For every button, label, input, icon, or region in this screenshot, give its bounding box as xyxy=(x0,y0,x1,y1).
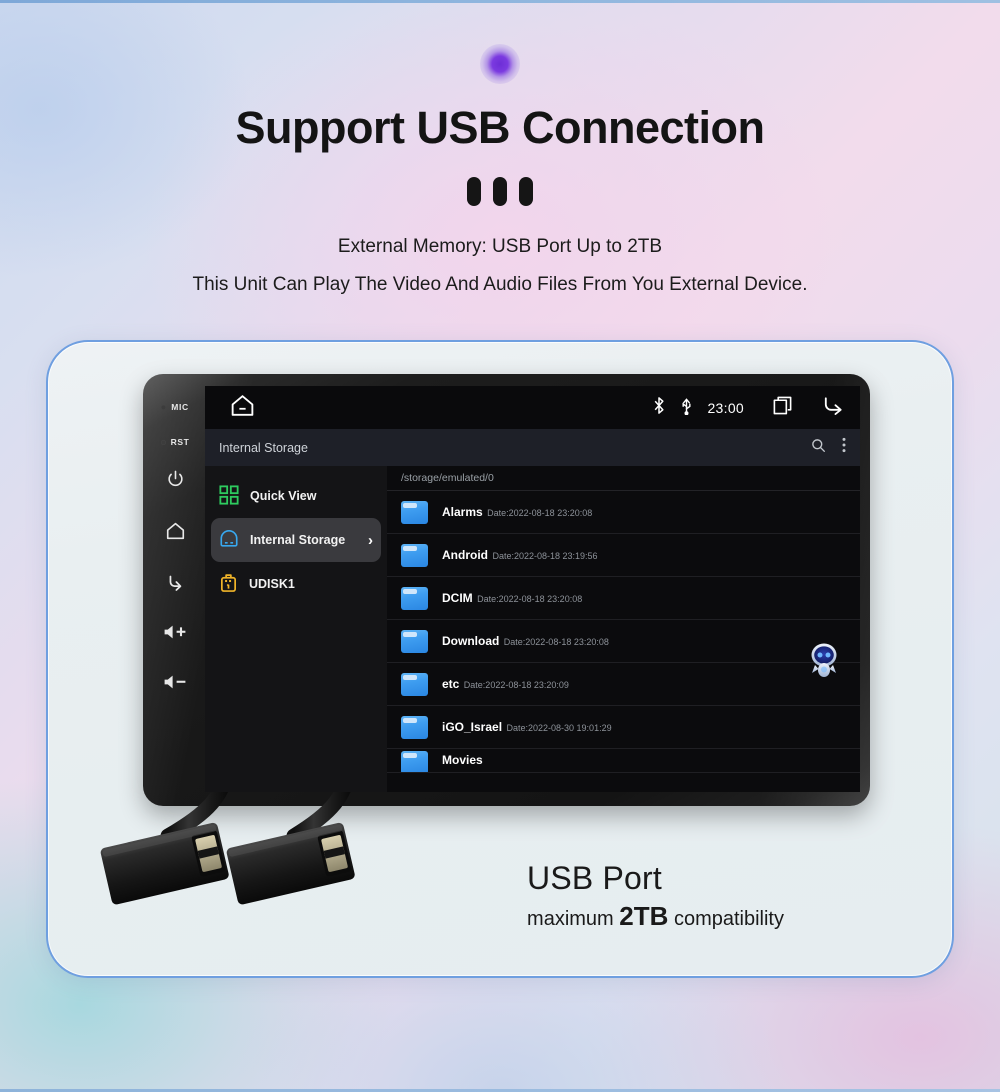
bars-decoration xyxy=(467,176,533,206)
glow-dot-decoration xyxy=(480,44,520,84)
back-button[interactable] xyxy=(164,572,186,592)
folder-icon xyxy=(401,629,428,653)
usb-cables-illustration xyxy=(48,754,952,976)
back-arrow-icon[interactable] xyxy=(821,394,846,421)
file-manager-body: Quick View Internal Storage › UDISK1 /st… xyxy=(205,466,860,792)
subtitle-line-1: External Memory: USB Port Up to 2TB xyxy=(337,236,663,257)
sidebar-item-internal-storage[interactable]: Internal Storage › xyxy=(211,518,381,562)
capacity-suffix: compatibility xyxy=(668,908,784,930)
device-side-controls: MIC RST xyxy=(149,384,201,796)
file-name: Movies xyxy=(442,753,483,767)
sidebar-item-label: Internal Storage xyxy=(250,533,346,547)
usb-capacity-label: maximum 2TB compatibility xyxy=(527,901,784,932)
recent-apps-icon[interactable] xyxy=(772,395,793,421)
usb-port-caption: USB Port maximum 2TB compatibility xyxy=(527,860,784,932)
folder-icon xyxy=(401,672,428,696)
breadcrumb: /storage/emulated/0 xyxy=(387,466,860,491)
folder-icon xyxy=(401,715,428,739)
reset-label: RST xyxy=(170,437,190,447)
file-date: Date:2022-08-18 23:20:08 xyxy=(487,508,593,518)
device-showcase-card: MIC RST 23:00 Internal Storage Quick Vie… xyxy=(46,340,954,978)
capacity-value: 2TB xyxy=(619,901,669,931)
table-row[interactable]: DCIM Date:2022-08-18 23:20:08 xyxy=(387,577,860,620)
file-name: etc xyxy=(442,677,460,691)
table-row[interactable]: Alarms Date:2022-08-18 23:20:08 xyxy=(387,491,860,534)
hard-drive-icon xyxy=(219,529,239,552)
page-title: Support USB Connection xyxy=(235,102,765,153)
mic-label: MIC xyxy=(171,402,189,412)
status-clock: 23:00 xyxy=(707,399,744,416)
file-list-panel: /storage/emulated/0 Alarms Date:2022-08-… xyxy=(387,466,860,792)
table-row[interactable]: Android Date:2022-08-18 23:19:56 xyxy=(387,534,860,577)
folder-icon xyxy=(401,500,428,524)
reset-indicator[interactable]: RST xyxy=(149,437,201,447)
volume-down-button[interactable] xyxy=(163,674,187,690)
storage-sidebar: Quick View Internal Storage › UDISK1 xyxy=(205,466,387,792)
usb-drive-icon xyxy=(219,572,238,596)
folder-icon xyxy=(401,543,428,567)
home-button[interactable] xyxy=(165,521,186,540)
table-row[interactable]: etc Date:2022-08-18 23:20:09 xyxy=(387,663,860,706)
chevron-right-icon: › xyxy=(368,531,373,549)
header-section: Support USB Connection External Memory: … xyxy=(0,0,1000,296)
car-head-unit: MIC RST 23:00 Internal Storage Quick Vie… xyxy=(143,374,870,806)
home-icon[interactable] xyxy=(229,393,256,423)
file-date: Date:2022-08-18 23:20:08 xyxy=(477,594,583,604)
usb-port-label: USB Port xyxy=(527,860,663,896)
volume-up-button[interactable] xyxy=(163,624,187,640)
subtitle-line-2: This Unit Can Play The Video And Audio F… xyxy=(192,274,808,295)
robot-assistant-icon[interactable] xyxy=(802,638,846,682)
usb-icon[interactable] xyxy=(680,396,693,420)
file-date: Date:2022-08-30 19:01:29 xyxy=(506,723,612,733)
power-button[interactable] xyxy=(166,469,185,488)
sidebar-item-label: Quick View xyxy=(250,489,317,503)
file-name: Alarms xyxy=(442,505,483,519)
sidebar-item-quick-view[interactable]: Quick View xyxy=(211,474,381,518)
bluetooth-icon[interactable] xyxy=(652,396,666,420)
search-icon[interactable] xyxy=(811,438,826,458)
file-name: Download xyxy=(442,634,500,648)
more-vertical-icon[interactable] xyxy=(842,437,846,458)
sidebar-item-udisk1[interactable]: UDISK1 xyxy=(211,562,381,606)
file-name: DCIM xyxy=(442,591,473,605)
file-date: Date:2022-08-18 23:19:56 xyxy=(492,551,598,561)
folder-icon xyxy=(401,751,428,772)
table-row[interactable]: Movies xyxy=(387,749,860,773)
app-bar-title: Internal Storage xyxy=(219,440,308,455)
head-unit-screen: 23:00 Internal Storage Quick View Intern… xyxy=(205,386,860,792)
folder-icon xyxy=(401,586,428,610)
capacity-prefix: maximum xyxy=(527,908,620,930)
mic-indicator: MIC xyxy=(149,402,201,412)
grid-icon xyxy=(219,484,239,508)
table-row[interactable]: iGO_Israel Date:2022-08-30 19:01:29 xyxy=(387,706,860,749)
file-manager-app-bar: Internal Storage xyxy=(205,429,860,466)
file-date: Date:2022-08-18 23:20:09 xyxy=(463,680,569,690)
file-name: iGO_Israel xyxy=(442,720,503,734)
sidebar-item-label: UDISK1 xyxy=(249,577,295,591)
table-row[interactable]: Download Date:2022-08-18 23:20:08 xyxy=(387,620,860,663)
file-date: Date:2022-08-18 23:20:08 xyxy=(503,637,609,647)
android-status-bar: 23:00 xyxy=(205,386,860,429)
file-name: Android xyxy=(442,548,488,562)
